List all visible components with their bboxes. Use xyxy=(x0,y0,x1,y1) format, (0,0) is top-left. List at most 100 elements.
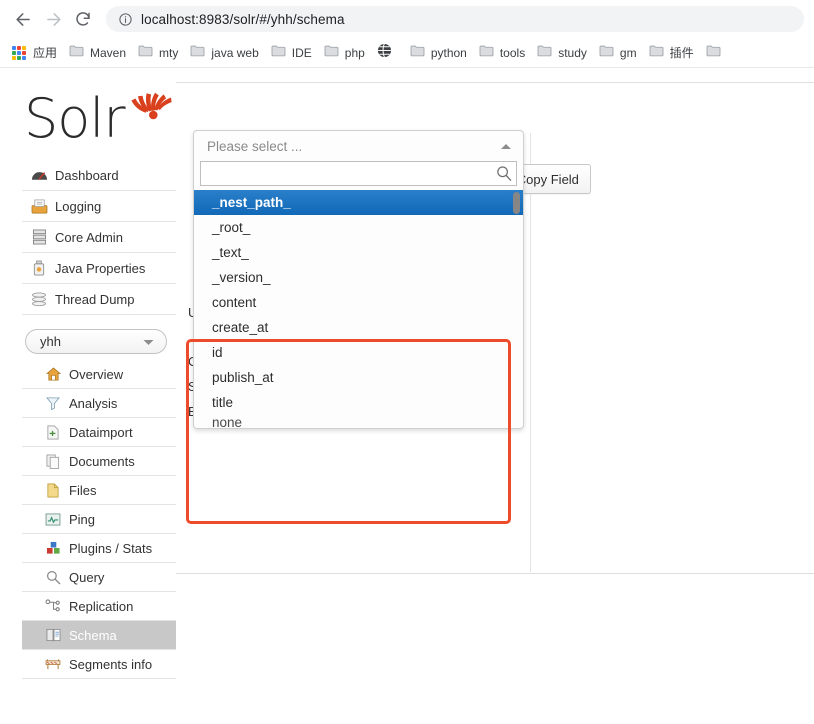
field-select-option[interactable]: _version_ xyxy=(194,265,523,290)
sidebar-item-overview[interactable]: Overview xyxy=(22,360,176,388)
bookmark-maven[interactable]: Maven xyxy=(63,41,132,65)
bookmark-php[interactable]: php xyxy=(318,41,371,65)
sidebar-item-dashboard[interactable]: Dashboard xyxy=(22,160,176,190)
schema-icon xyxy=(44,626,62,644)
sidebar-item-files[interactable]: Files xyxy=(22,476,176,504)
sidebar-item-label: Thread Dump xyxy=(55,292,134,307)
sidebar-item-label: Core Admin xyxy=(55,230,123,245)
bookmark-ide[interactable]: IDE xyxy=(265,41,318,65)
sidebar-item-analysis[interactable]: Analysis xyxy=(22,389,176,417)
option-label: _root_ xyxy=(212,220,250,235)
chevron-down-icon xyxy=(143,334,154,349)
caret-up-icon xyxy=(501,144,511,149)
field-select-header[interactable]: Please select ... xyxy=(194,131,523,161)
analysis-icon xyxy=(44,394,62,412)
solr-logo-text: Solr xyxy=(24,92,125,146)
bookmark-python[interactable]: python xyxy=(404,41,473,65)
folder-icon xyxy=(537,44,552,62)
core-selector-value: yhh xyxy=(40,334,61,349)
bookmark-plugins-cn[interactable]: 插件 xyxy=(643,41,700,65)
field-select-option[interactable]: create_at xyxy=(194,315,523,340)
forward-button[interactable] xyxy=(38,4,68,34)
sidebar-item-label: Segments info xyxy=(69,657,152,672)
sidebar-item-core-admin[interactable]: Core Admin xyxy=(22,222,176,252)
sidebar-item-thread-dump[interactable]: Thread Dump xyxy=(22,284,176,314)
core-selector[interactable]: yhh xyxy=(25,329,167,354)
forward-arrow-icon xyxy=(44,10,63,29)
sidebar-item-label: Schema xyxy=(69,628,117,643)
bookmark-label: gm xyxy=(620,46,637,60)
folder-icon xyxy=(599,44,614,62)
field-select-option[interactable]: _root_ xyxy=(194,215,523,240)
bookmark-apps[interactable]: 应用 xyxy=(6,41,63,65)
sidebar-item-plugins-stats[interactable]: Plugins / Stats xyxy=(22,534,176,562)
field-select-option[interactable]: _nest_path_ xyxy=(194,190,523,215)
bookmark-java-web[interactable]: java web xyxy=(184,41,264,65)
bookmark-label: Maven xyxy=(90,46,126,60)
replication-icon xyxy=(44,597,62,615)
field-select-option[interactable]: publish_at xyxy=(194,365,523,390)
option-label: content xyxy=(212,295,256,310)
sidebar-item-logging[interactable]: Logging xyxy=(22,191,176,221)
bookmark-label: mty xyxy=(159,46,178,60)
folder-icon xyxy=(706,44,721,62)
sidebar-item-schema[interactable]: Schema xyxy=(22,621,176,649)
sidebar: Solr xyxy=(0,68,176,679)
sidebar-item-replication[interactable]: Replication xyxy=(22,592,176,620)
vertical-scrollbar-thumb[interactable] xyxy=(513,192,520,214)
sidebar-item-ping[interactable]: Ping xyxy=(22,505,176,533)
sidebar-core-nav: Overview Analysis xyxy=(22,360,176,679)
sidebar-item-documents[interactable]: Documents xyxy=(22,447,176,475)
panel-vertical-divider xyxy=(530,133,531,572)
sidebar-item-query[interactable]: Query xyxy=(22,563,176,591)
field-select-option[interactable]: id xyxy=(194,340,523,365)
field-select-option-list[interactable]: _nest_path_ _root_ _text_ _version_ cont… xyxy=(194,190,523,428)
bookmark-tools[interactable]: tools xyxy=(473,41,531,65)
sidebar-item-segments-info[interactable]: Segments info xyxy=(22,650,176,678)
thread-dump-icon xyxy=(30,290,48,308)
bookmark-label: study xyxy=(558,46,587,60)
sidebar-item-label: Plugins / Stats xyxy=(69,541,152,556)
query-icon xyxy=(44,568,62,586)
field-select-option[interactable]: title xyxy=(194,390,523,415)
sidebar-item-java-properties[interactable]: Java Properties xyxy=(22,253,176,283)
core-nav: yhh Overview xyxy=(22,329,176,679)
field-select-search-input[interactable] xyxy=(200,161,517,186)
browser-chrome: localhost:8983/solr/#/yhh/schema 应用 Mave… xyxy=(0,0,814,68)
plugins-stats-icon xyxy=(44,539,62,557)
sidebar-item-label: Overview xyxy=(69,367,123,382)
dataimport-icon xyxy=(44,423,62,441)
sidebar-item-label: Dashboard xyxy=(55,168,119,183)
field-select-option[interactable]: none xyxy=(194,415,523,428)
back-button[interactable] xyxy=(8,4,38,34)
url-text: localhost:8983/solr/#/yhh/schema xyxy=(141,12,345,27)
sidebar-item-label: Ping xyxy=(69,512,95,527)
bookmark-study[interactable]: study xyxy=(531,41,593,65)
bookmark-label: tools xyxy=(500,46,525,60)
field-select-option[interactable]: _text_ xyxy=(194,240,523,265)
bookmark-mty[interactable]: mty xyxy=(132,41,184,65)
field-select-option[interactable]: content xyxy=(194,290,523,315)
solr-logo[interactable]: Solr xyxy=(22,68,176,160)
info-circle-icon[interactable] xyxy=(118,12,133,27)
solr-burst-icon xyxy=(126,78,172,127)
bookmarks-bar: 应用 Maven mty java web IDE php python xyxy=(0,38,814,68)
browser-toolbar: localhost:8983/solr/#/yhh/schema xyxy=(0,0,814,38)
bookmark-gm[interactable]: gm xyxy=(593,41,643,65)
segments-info-icon xyxy=(44,655,62,673)
schema-content: U C S B Add Field Add Dynamic Field xyxy=(176,68,814,723)
bookmark-globe[interactable] xyxy=(371,41,404,65)
bookmark-label: java web xyxy=(211,46,258,60)
folder-icon xyxy=(324,44,339,62)
ping-icon xyxy=(44,510,62,528)
address-bar[interactable]: localhost:8983/solr/#/yhh/schema xyxy=(106,6,804,32)
reload-button[interactable] xyxy=(68,4,98,34)
bookmark-overflow[interactable] xyxy=(700,41,733,65)
field-select-dropdown[interactable]: Please select ... _nest_path_ _root_ _te… xyxy=(193,130,524,429)
folder-icon xyxy=(190,44,205,62)
globe-icon xyxy=(377,43,392,63)
sidebar-item-dataimport[interactable]: Dataimport xyxy=(22,418,176,446)
sidebar-item-label: Documents xyxy=(69,454,135,469)
sidebar-item-label: Replication xyxy=(69,599,133,614)
folder-icon xyxy=(410,44,425,62)
